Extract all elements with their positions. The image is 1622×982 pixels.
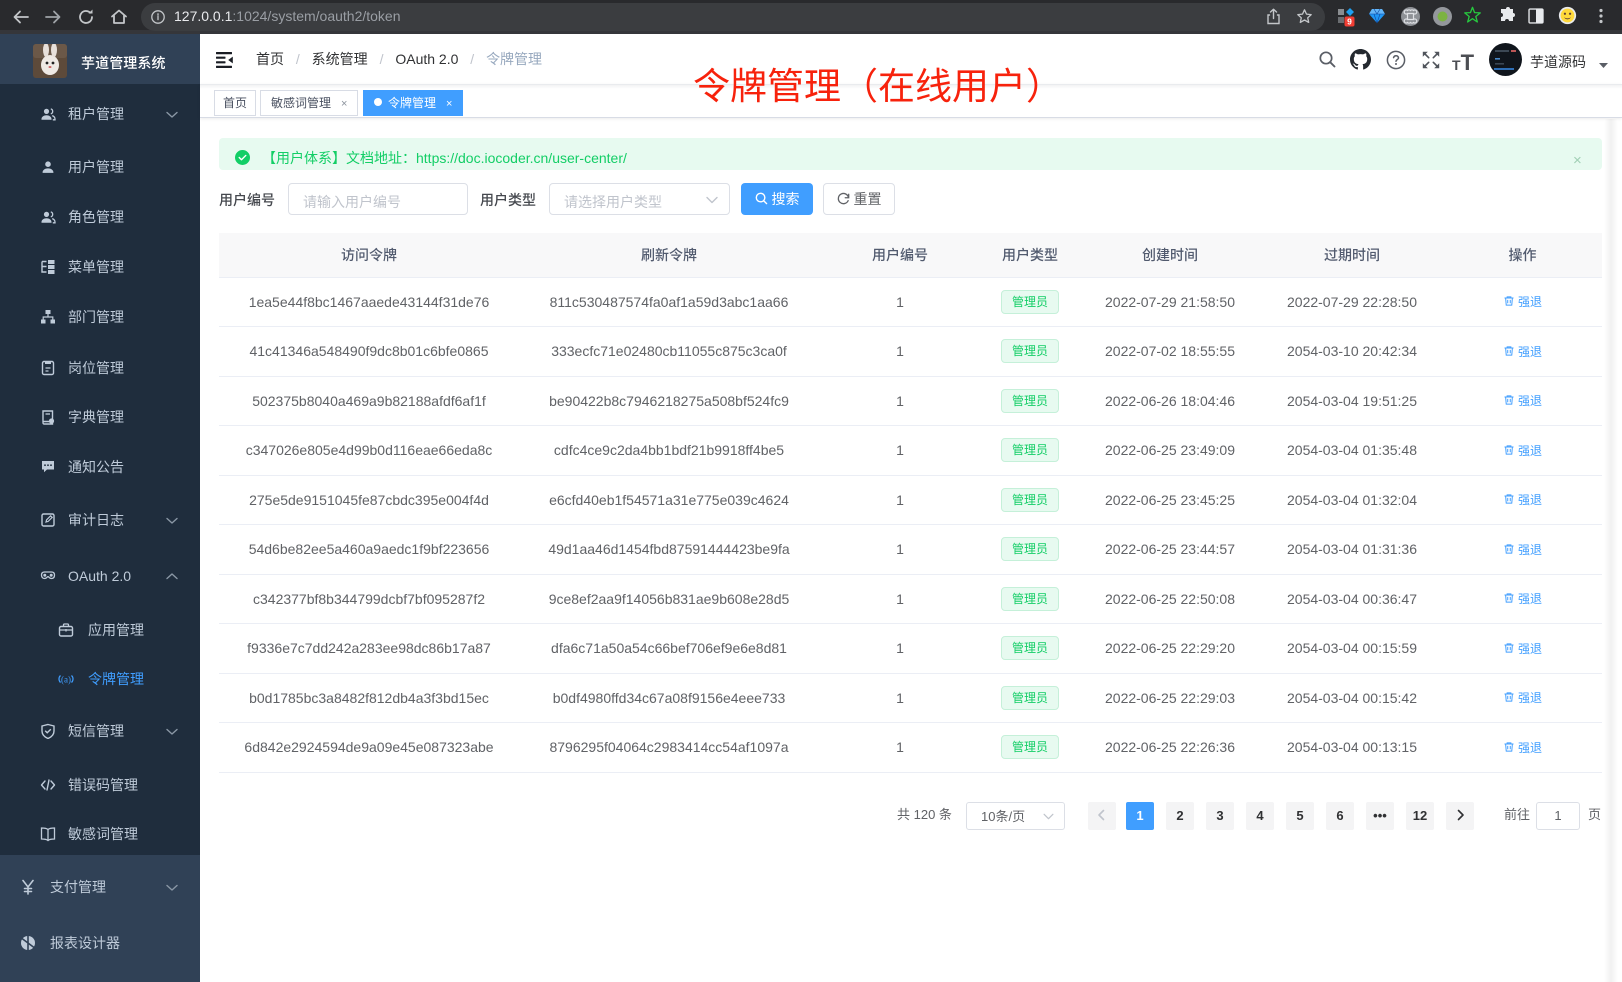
svg-text:(a): (a) [61, 673, 71, 686]
svg-text:9: 9 [1347, 17, 1352, 27]
